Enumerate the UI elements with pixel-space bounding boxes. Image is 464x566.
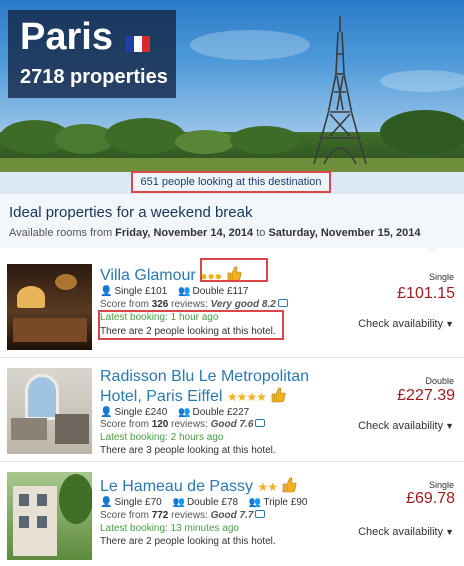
room-option: Double £78 <box>186 497 239 508</box>
people-looking: There are 3 people looking at this hotel… <box>100 445 276 456</box>
hotel-name[interactable]: Radisson Blu Le Metropolitan Hotel, Pari… <box>100 367 309 407</box>
tree <box>380 110 464 154</box>
caret-down-icon[interactable]: ▼ <box>445 319 454 329</box>
eiffel-tower-icon <box>313 16 367 164</box>
score-prefix: Score from <box>100 299 152 310</box>
hotel-name[interactable]: Le Hameau de Passy ★★ <box>100 476 297 497</box>
single-person-icon: 👤 <box>100 497 113 508</box>
hotel-name-line[interactable]: Radisson Blu Le Metropolitan <box>100 368 309 385</box>
france-flag-icon <box>126 36 150 52</box>
score-prefix: Score from <box>100 419 152 430</box>
room-option: Double £227 <box>192 407 250 418</box>
review-count: 120 <box>151 419 169 430</box>
tree <box>175 130 235 154</box>
room-option: Double £117 <box>192 286 249 297</box>
score-text: Very good 8.2 <box>210 299 276 310</box>
property-count: 2718 properties <box>20 66 168 88</box>
price: £101.15 <box>397 285 455 302</box>
thumbs-up-icon <box>283 477 297 493</box>
tree <box>105 118 185 154</box>
section-title: Ideal properties for a weekend break <box>9 204 253 221</box>
room-option: Triple £90 <box>263 497 308 508</box>
single-person-icon: 👤 <box>100 407 113 418</box>
double-person-icon: 👥 <box>178 286 191 297</box>
cloud <box>380 70 464 92</box>
section-header: Ideal properties for a weekend break Ava… <box>0 194 464 248</box>
caret-down-icon[interactable]: ▼ <box>445 527 454 537</box>
room-options: 👤 Single £70 👥 Double £78 👥 Triple £90 <box>100 497 307 508</box>
latest-booking: Latest booking: 2 hours ago <box>100 432 224 443</box>
destination-viewers-notice: 651 people looking at this destination <box>131 171 331 193</box>
dates-separator: to <box>253 227 269 239</box>
room-type: Single <box>428 480 454 490</box>
price: £69.78 <box>406 490 455 507</box>
hotel-card: Radisson Blu Le Metropolitan Hotel, Pari… <box>0 360 464 462</box>
availability-dates: Available rooms from Friday, November 14… <box>9 227 421 239</box>
score-prefix: Score from <box>100 510 152 521</box>
review-count: 326 <box>151 299 169 310</box>
latest-booking: Latest booking: 13 minutes ago <box>100 523 239 534</box>
star-rating-icon: ★★ <box>257 480 277 494</box>
room-option: Single £70 <box>114 497 162 508</box>
check-availability-button[interactable]: Check availability ▼ <box>358 420 454 432</box>
room-options: 👤 Single £101 👥 Double £117 <box>100 286 249 297</box>
hotel-name-text[interactable]: Villa Glamour <box>100 267 196 284</box>
check-availability-label[interactable]: Check availability <box>358 526 443 538</box>
review-count: 772 <box>151 510 169 521</box>
check-availability-button[interactable]: Check availability ▼ <box>358 318 454 330</box>
destination-title-box: Paris 2718 properties <box>8 10 176 98</box>
room-options: 👤 Single £240 👥 Double £227 <box>100 407 249 418</box>
check-availability-label[interactable]: Check availability <box>358 318 443 330</box>
review-score: Score from 326 reviews: Very good 8.2 <box>100 299 288 310</box>
city-name: Paris <box>20 16 113 58</box>
hotel-photo[interactable] <box>7 472 92 560</box>
price: £227.39 <box>397 387 455 404</box>
hotel-name-line[interactable]: Hotel, Paris Eiffel <box>100 388 222 405</box>
hotel-card: Le Hameau de Passy ★★ 👤 Single £70 👥 Doubl… <box>0 464 464 566</box>
star-rating-icon: ★★★★ <box>226 390 267 404</box>
double-person-icon: 👥 <box>178 407 191 418</box>
destination-hero: Paris 2718 properties <box>0 0 464 172</box>
review-bubble-icon[interactable] <box>277 299 288 307</box>
review-bubble-icon[interactable] <box>255 510 266 518</box>
score-mid: reviews: <box>168 299 211 310</box>
hotel-name-text[interactable]: Le Hameau de Passy <box>100 478 253 495</box>
room-type: Single <box>428 272 454 282</box>
date-from: Friday, November 14, 2014 <box>115 227 254 239</box>
caret-down-icon[interactable]: ▼ <box>445 421 454 431</box>
hotel-photo[interactable] <box>7 264 92 350</box>
single-person-icon: 👤 <box>100 286 113 297</box>
check-availability-button[interactable]: Check availability ▼ <box>358 526 454 538</box>
check-availability-label[interactable]: Check availability <box>358 420 443 432</box>
tree <box>230 126 300 154</box>
room-option: Single £101 <box>114 286 168 297</box>
thumbs-up-icon <box>272 387 286 403</box>
room-option: Single £240 <box>114 407 168 418</box>
score-mid: reviews: <box>168 510 211 521</box>
grass <box>0 158 464 172</box>
review-bubble-icon[interactable] <box>255 419 266 427</box>
hotel-photo[interactable] <box>7 368 92 454</box>
booking-activity-highlight <box>98 310 284 340</box>
date-to: Saturday, November 15, 2014 <box>268 227 421 239</box>
review-score: Score from 772 reviews: Good 7.7 <box>100 510 266 521</box>
double-person-icon: 👥 <box>172 497 185 508</box>
score-mid: reviews: <box>168 419 211 430</box>
triple-person-icon: 👥 <box>248 497 262 508</box>
rating-highlight <box>200 258 268 282</box>
score-text: Good 7.6 <box>210 419 254 430</box>
people-looking: There are 2 people looking at this hotel… <box>100 536 276 547</box>
score-text: Good 7.7 <box>210 510 254 521</box>
review-score: Score from 120 reviews: Good 7.6 <box>100 419 266 430</box>
dates-prefix: Available rooms from <box>9 227 116 239</box>
section-pointer <box>424 246 440 254</box>
room-type: Double <box>425 376 454 386</box>
cloud <box>190 30 310 60</box>
